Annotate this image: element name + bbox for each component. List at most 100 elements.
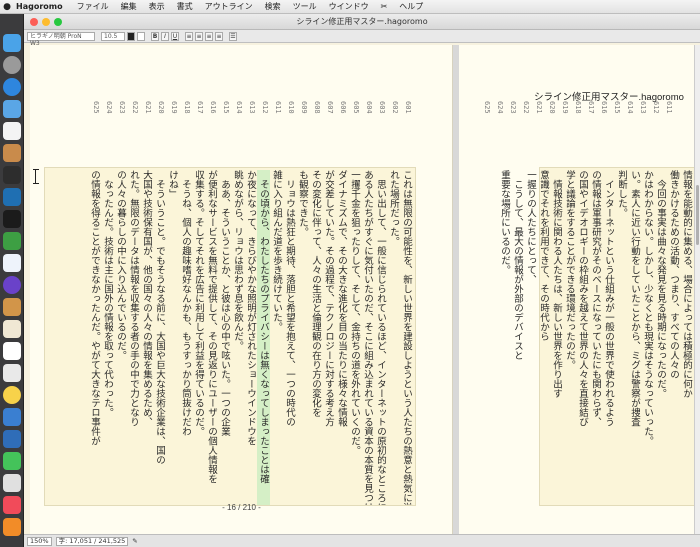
align-justify-icon[interactable]: ≡: [215, 31, 223, 41]
calendar-icon[interactable]: [3, 122, 21, 140]
line-number: 624: [496, 101, 504, 114]
text-area-right[interactable]: 情報を能動的に集める、場合によっては積極的に何か 働きかけるための活動、つまり、す…: [499, 167, 695, 506]
text-line[interactable]: も観察できた。: [296, 170, 309, 505]
menu-view[interactable]: 表示: [149, 1, 165, 12]
apple-menu-icon[interactable]: ●: [0, 2, 14, 12]
text-line[interactable]: 眺めながら、リョウは思わず息を飲んだ。: [231, 170, 244, 505]
text-line[interactable]: 学と議論をすることができる環境だったのだ。: [563, 170, 576, 505]
line-number: 620: [157, 101, 165, 114]
bold-button[interactable]: B: [151, 31, 159, 41]
text-lines[interactable]: これは無限の可能性を、新しい世界を建設しようという人たちの熱意と熱気に溢 れた場所…: [88, 170, 413, 505]
text-line[interactable]: リョウは熱狂と期待、落胆と希望を抱えて、一つの時代の: [283, 170, 296, 505]
text-color-icon[interactable]: [127, 31, 135, 41]
text-line[interactable]: 意識でそれを利用できて、その時代から: [537, 170, 550, 505]
text-line[interactable]: 思い出して、一般に信じられているほど、インターネットの原初的なところにおいて: [374, 170, 387, 506]
text-line[interactable]: ダイナミズムで、その大きな進化を目の当たりに様々な情報: [335, 170, 348, 505]
facetime-icon[interactable]: [3, 474, 21, 492]
app-icon-8[interactable]: [3, 320, 21, 338]
text-line[interactable]: 情報を能動的に集める、場合によっては積極的に何か: [680, 170, 693, 505]
highlight-color-icon[interactable]: [137, 31, 145, 41]
app-icon-2[interactable]: [3, 188, 21, 206]
app-icon-4[interactable]: [3, 232, 21, 250]
music-icon[interactable]: [3, 496, 21, 514]
list-icon[interactable]: ☰: [229, 31, 237, 41]
text-line[interactable]: ああ、そういうことか、と彼は心の中で呟いた。一つの企業: [218, 170, 231, 505]
text-line[interactable]: インターネットという仕組みが一般の世界で使われるよう: [602, 170, 615, 505]
menu-help[interactable]: ヘルプ: [399, 1, 423, 12]
text-line[interactable]: けね」: [166, 170, 179, 505]
menu-format[interactable]: 書式: [177, 1, 193, 12]
text-line[interactable]: こうして、最大の情報が外部のデバイスと: [511, 170, 524, 505]
text-line[interactable]: かはわからない。しかし、少なくとも現実はそうなっていった。: [641, 170, 654, 505]
scissors-icon[interactable]: ✂: [381, 2, 388, 11]
scroll-thumb[interactable]: [696, 185, 699, 245]
underline-button[interactable]: U: [171, 31, 179, 41]
app-menu[interactable]: Hagoromo: [16, 2, 63, 11]
text-line[interactable]: れた場所だった。: [387, 170, 400, 505]
text-line[interactable]: 一攫千金を狙ったりして、そして、金持ちの道を外れていくのだ。: [348, 170, 361, 505]
menu-tools[interactable]: ツール: [293, 1, 317, 12]
text-area[interactable]: これは無限の可能性を、新しい世界を建設しようという人たちの熱意と熱気に溢 れた場所…: [44, 167, 416, 506]
app-icon-5[interactable]: [3, 254, 21, 272]
menu-file[interactable]: ファイル: [77, 1, 109, 12]
italic-button[interactable]: I: [161, 31, 169, 41]
text-line[interactable]: これは無限の可能性を、新しい世界を建設しようという人たちの熱意と熱気に溢: [400, 170, 413, 505]
text-line[interactable]: 重要な場所にいるのだ。: [498, 170, 511, 505]
text-line[interactable]: 働きかけるための活動、つまり、すべての人々の: [667, 170, 680, 505]
text-line[interactable]: 判断した。: [615, 170, 628, 505]
text-line-highlighted[interactable]: その頃から、わたしたちのプライバシーは無くなってしまったことは確: [257, 170, 270, 505]
text-line[interactable]: が交差していた。その過程で、テクノロジーに対する考え方: [322, 170, 335, 505]
line-number-column: 611 612 613 614 615 616 617 618 619 620 621 622 623 6…: [478, 101, 673, 157]
finder-icon[interactable]: [3, 34, 21, 52]
text-line[interactable]: 雑に入り組んだ道を歩き続けていた。: [270, 170, 283, 505]
text-line[interactable]: なったんだ。技術は主に国外の情報を取って代わった。: [101, 170, 114, 505]
menu-edit[interactable]: 編集: [121, 1, 137, 12]
text-line[interactable]: 収集する。そしてそれを広告に利用して利益を得ているのだ。: [192, 170, 205, 505]
app-icon-7[interactable]: [3, 298, 21, 316]
text-line[interactable]: の人々の暮らしの中に入り込んでいるのだ。: [114, 170, 127, 505]
menu-search[interactable]: 検索: [265, 1, 281, 12]
messages-icon[interactable]: [3, 452, 21, 470]
app-icon-11[interactable]: [3, 430, 21, 448]
text-line[interactable]: その変化に伴って、人々の生活と倫理観の在り方の変化を: [309, 170, 322, 505]
text-line[interactable]: か夜になって、きらびやかな照明が灯されたショーウインドウを: [244, 170, 257, 505]
align-left-icon[interactable]: ≡: [185, 31, 193, 41]
font-select[interactable]: ヒラギノ明朝 ProN W3: [27, 31, 95, 47]
text-lines[interactable]: 情報を能動的に集める、場合によっては積極的に何か 働きかけるための活動、つまり、す…: [498, 170, 693, 505]
text-line[interactable]: 大国や技術保有国が、他の国々の人々の情報を集めるため、: [140, 170, 153, 505]
app-icon-1[interactable]: [3, 166, 21, 184]
text-line[interactable]: 一握りの人たちにとって、: [524, 170, 537, 505]
text-line[interactable]: 今回の事実は曲々な発見を見る時期になったのだ。: [654, 170, 667, 505]
launchpad-icon[interactable]: [3, 56, 21, 74]
notes-icon[interactable]: [3, 144, 21, 162]
text-line[interactable]: が便利なサービスを無料で提供して、その見返りにユーザーの個人情報を: [205, 170, 218, 505]
text-line[interactable]: ある人たちがすぐに気付いたのだ、そこに組み込まれている資本の本質を見つけ、: [361, 170, 374, 505]
app-icon-9[interactable]: [3, 342, 21, 360]
vertical-scrollbar[interactable]: [694, 45, 700, 534]
menu-outline[interactable]: アウトライン: [205, 1, 253, 12]
text-line[interactable]: そういうこと。でもそうなる前に、大国や巨大な技術企業は、国の: [153, 170, 166, 505]
align-center-icon[interactable]: ≡: [195, 31, 203, 41]
text-line[interactable]: そうね、個人の趣味嗜好なんかも、もうすっかり筒抜けだわ: [179, 170, 192, 505]
pencil-icon[interactable]: ✎: [132, 537, 137, 545]
app-icon-3[interactable]: [3, 210, 21, 228]
safari-icon[interactable]: [3, 78, 21, 96]
line-number: 617: [587, 101, 595, 114]
photos-icon[interactable]: [3, 386, 21, 404]
ruler-marker[interactable]: [33, 169, 39, 209]
align-right-icon[interactable]: ≡: [205, 31, 213, 41]
menu-window[interactable]: ウインドウ: [329, 1, 369, 12]
text-line[interactable]: の情報は軍事研究がそのベースになっていたにも関わらず、: [589, 170, 602, 505]
text-line[interactable]: い。素人に近い行動をしていたことから、ミグは警察が捜査: [628, 170, 641, 505]
font-size-select[interactable]: 10.5: [101, 31, 125, 41]
text-line[interactable]: れた。無限のデータは情報を収集する者の手の中で力となり: [127, 170, 140, 505]
app-icon-6[interactable]: [3, 276, 21, 294]
text-line[interactable]: の国やイデオロギーの枠組みを越えて世界の人々を直接結び: [576, 170, 589, 505]
mail-icon[interactable]: [3, 100, 21, 118]
text-line[interactable]: 情報技術に関わる人たちは、新しい世界を作り出す: [550, 170, 563, 505]
keynote-icon[interactable]: [3, 408, 21, 426]
books-icon[interactable]: [3, 518, 21, 536]
zoom-select[interactable]: 150%: [27, 536, 52, 546]
app-icon-10[interactable]: [3, 364, 21, 382]
text-line[interactable]: の情報を得ることができなかったんだ。やがて大きなテロ事件が: [88, 170, 101, 505]
